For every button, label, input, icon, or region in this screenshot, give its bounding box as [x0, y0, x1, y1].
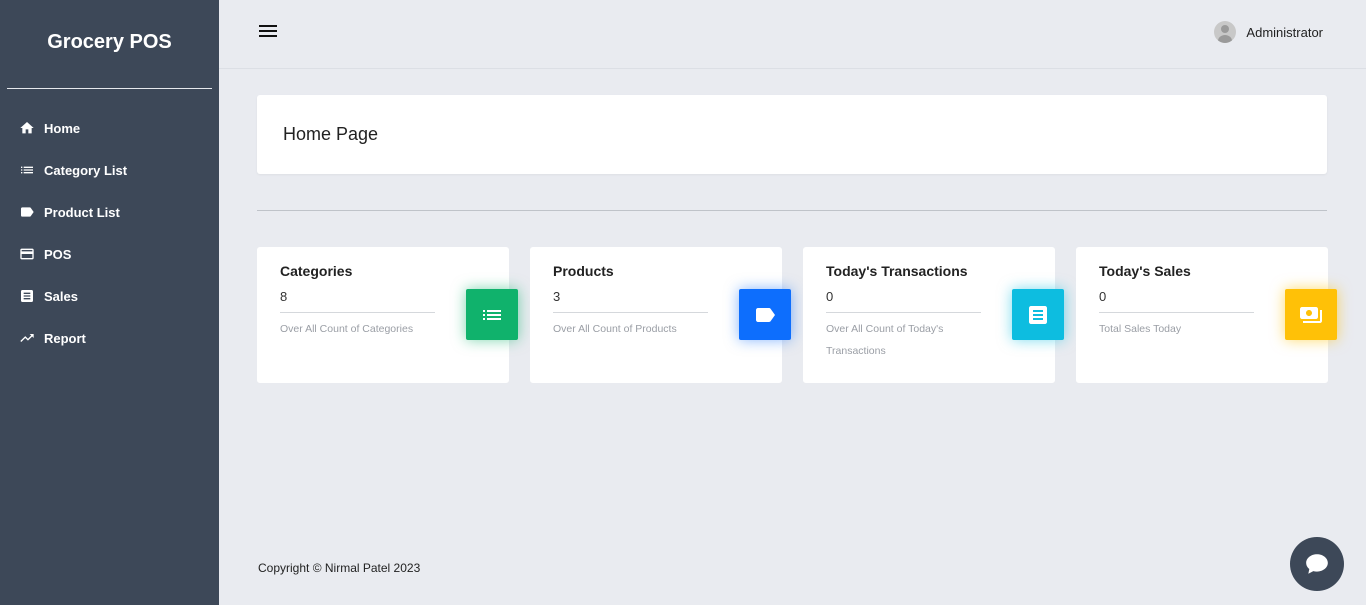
home-icon [19, 120, 35, 136]
tag-icon [739, 289, 791, 340]
card-description: Over All Count of Today's Transactions [826, 323, 944, 357]
list-icon [19, 162, 35, 178]
receipt-icon [19, 288, 35, 304]
sidebar-item-category-list[interactable]: Category List [0, 149, 219, 191]
card-title: Today's Transactions [826, 263, 968, 279]
sidebar: Grocery POS Home Category List Product L… [0, 0, 219, 605]
app-title: Grocery POS [7, 0, 212, 89]
stat-card-transactions: Today's Transactions 0 Over All Count of… [803, 247, 1064, 383]
sidebar-item-sales[interactable]: Sales [0, 275, 219, 317]
stat-card-sales: Today's Sales 0 Total Sales Today [1076, 247, 1337, 383]
sidebar-item-label: Product List [44, 204, 120, 220]
card-value: 3 [553, 289, 708, 313]
menu-toggle-button[interactable] [259, 22, 281, 42]
user-menu[interactable]: Administrator [1214, 21, 1323, 43]
stat-card-products: Products 3 Over All Count of Products [530, 247, 791, 383]
sidebar-item-pos[interactable]: POS [0, 233, 219, 275]
trending-up-icon [19, 330, 35, 346]
chat-bubble-icon [1306, 554, 1328, 574]
sidebar-nav: Home Category List Product List POS Sale… [0, 107, 219, 359]
card-value: 0 [1099, 289, 1254, 313]
page-header: Home Page [257, 95, 1327, 174]
money-icon [1285, 289, 1337, 340]
sidebar-item-product-list[interactable]: Product List [0, 191, 219, 233]
stat-cards: Categories 8 Over All Count of Categorie… [257, 247, 1337, 383]
sidebar-item-label: Category List [44, 162, 128, 178]
card-title: Products [553, 263, 614, 279]
receipt-icon [1012, 289, 1064, 340]
chat-button[interactable] [1290, 537, 1344, 591]
card-description: Over All Count of Categories [280, 323, 414, 335]
card-description: Over All Count of Products [553, 323, 677, 335]
footer-copyright: Copyright © Nirmal Patel 2023 [258, 561, 421, 575]
sidebar-item-label: POS [44, 246, 72, 262]
avatar [1214, 21, 1237, 43]
sidebar-item-home[interactable]: Home [0, 107, 219, 149]
divider [257, 210, 1327, 211]
sidebar-item-label: Report [44, 330, 86, 346]
tag-icon [19, 204, 35, 220]
card-value: 0 [826, 289, 981, 313]
list-icon [466, 289, 518, 340]
card-title: Today's Sales [1099, 263, 1191, 279]
card-title: Categories [280, 263, 353, 279]
user-name: Administrator [1246, 24, 1323, 40]
stat-card-categories: Categories 8 Over All Count of Categorie… [257, 247, 518, 383]
top-bar: Administrator [219, 0, 1366, 69]
hamburger-icon [259, 25, 277, 27]
sidebar-item-label: Sales [44, 288, 78, 304]
credit-card-icon [19, 246, 35, 262]
sidebar-item-report[interactable]: Report [0, 317, 219, 359]
sidebar-item-label: Home [44, 120, 81, 136]
page-title: Home Page [283, 124, 379, 144]
card-description: Total Sales Today [1099, 323, 1182, 335]
card-value: 8 [280, 289, 435, 313]
